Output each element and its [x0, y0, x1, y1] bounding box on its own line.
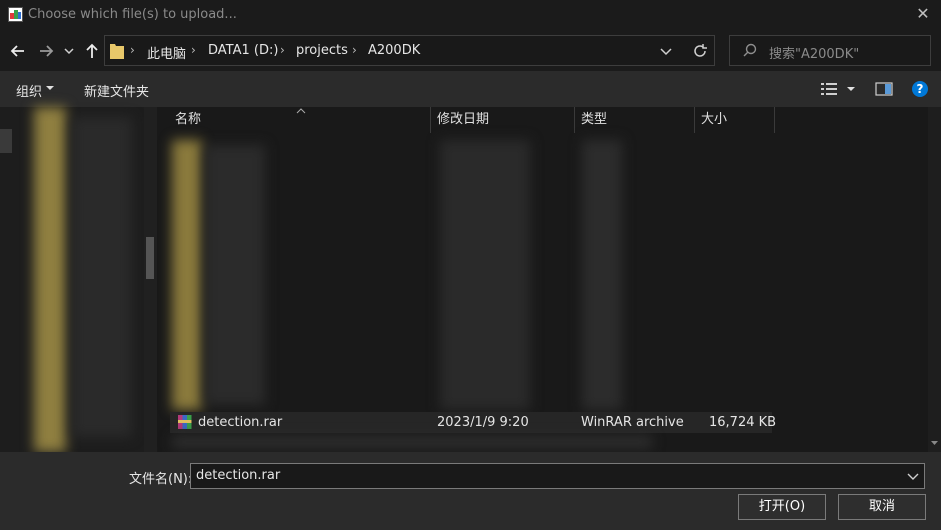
blurred-folder-icons	[172, 140, 202, 410]
help-icon[interactable]: ?	[911, 80, 929, 98]
column-header-type[interactable]: 类型	[581, 107, 607, 133]
refresh-icon[interactable]	[690, 41, 710, 61]
app-icon	[8, 7, 23, 22]
address-dropdown-chevron-icon[interactable]	[658, 41, 674, 61]
window-title: Choose which file(s) to upload...	[28, 7, 237, 22]
filename-field[interactable]: detection.rar	[190, 463, 925, 489]
sidebar-scroll-thumb[interactable]	[146, 237, 154, 279]
search-icon	[742, 42, 758, 58]
recent-locations-chevron-icon[interactable]	[62, 41, 76, 61]
back-arrow-icon[interactable]	[8, 41, 28, 61]
column-header-size[interactable]: 大小	[701, 107, 727, 133]
file-list-scrollbar[interactable]	[928, 107, 941, 452]
preview-pane-icon[interactable]	[875, 81, 893, 97]
filename-dropdown-chevron-icon[interactable]	[906, 468, 920, 484]
sort-ascending-icon	[296, 103, 306, 114]
up-arrow-icon[interactable]	[82, 41, 102, 61]
file-type: WinRAR archive	[581, 415, 684, 430]
file-list-pane[interactable]	[165, 107, 928, 452]
sidebar-items[interactable]	[72, 117, 132, 437]
column-divider[interactable]	[430, 107, 431, 133]
filename-label: 文件名(N):	[129, 472, 193, 487]
sidebar-folder-icons	[34, 107, 66, 452]
column-divider[interactable]	[774, 107, 775, 133]
sidebar-selected-marker	[0, 129, 12, 153]
open-button[interactable]: 打开(O)	[738, 494, 826, 520]
breadcrumb-drive[interactable]: DATA1 (D:)	[208, 43, 278, 58]
file-modified: 2023/1/9 9:20	[437, 415, 529, 430]
column-divider[interactable]	[574, 107, 575, 133]
folder-icon	[110, 42, 124, 59]
breadcrumb-separator-icon: ›	[352, 43, 357, 57]
navigation-pane[interactable]	[0, 107, 157, 452]
forward-arrow-icon[interactable]	[36, 41, 56, 61]
view-options-icon[interactable]	[820, 81, 840, 97]
organize-menu[interactable]: 组织	[16, 81, 42, 100]
new-folder-button[interactable]: 新建文件夹	[84, 81, 149, 100]
column-header-name[interactable]: 名称	[175, 107, 201, 133]
blurred-folder-dates	[440, 140, 530, 410]
view-dropdown-icon[interactable]	[845, 81, 857, 97]
breadcrumb-separator-icon: ›	[130, 43, 135, 57]
sidebar-scrollbar[interactable]	[144, 107, 157, 452]
scroll-down-arrow-icon[interactable]	[930, 437, 939, 447]
file-name[interactable]: detection.rar	[198, 415, 282, 430]
breadcrumb-current-folder[interactable]: A200DK	[368, 43, 420, 58]
breadcrumb-separator-icon: ›	[191, 43, 196, 57]
cancel-button[interactable]: 取消	[838, 494, 926, 520]
breadcrumb-separator-icon: ›	[280, 43, 285, 57]
column-divider[interactable]	[694, 107, 695, 133]
search-input[interactable]: 搜索"A200DK"	[769, 43, 859, 62]
breadcrumb-projects[interactable]: projects	[296, 43, 348, 58]
winrar-archive-icon	[177, 414, 193, 430]
blurred-folder-types	[582, 140, 622, 410]
blurred-folder-names	[205, 145, 265, 405]
column-header-date-modified[interactable]: 修改日期	[437, 107, 489, 133]
close-icon[interactable]: ✕	[913, 4, 933, 24]
breadcrumb-this-pc[interactable]: 此电脑	[147, 43, 186, 62]
svg-text:?: ?	[917, 82, 924, 96]
organize-dropdown-icon[interactable]	[44, 80, 56, 96]
file-size: 16,724 KB	[709, 415, 777, 430]
blurred-next-row	[172, 436, 652, 448]
filename-input[interactable]: detection.rar	[196, 468, 280, 483]
